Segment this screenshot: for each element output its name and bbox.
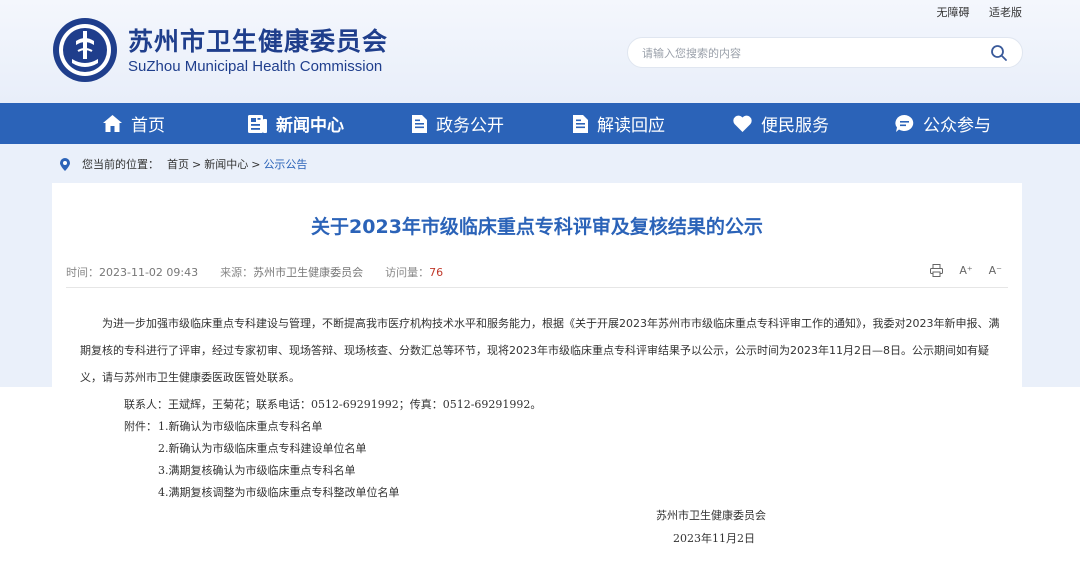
site-title: 苏州市卫生健康委员会 [128,27,389,56]
attachments-label: 附件： [124,420,157,433]
breadcrumb-prefix: 您当前的位置： [82,158,159,171]
font-decrease-icon[interactable]: A⁻ [989,264,1002,277]
contact-info: 联系人：王斌辉，王菊花；联系电话：0512-69291992；传真：0512-6… [124,398,542,411]
article-card: 关于2023年市级临床重点专科评审及复核结果的公示 时间：2023-11-02 … [52,183,1022,387]
search-box [627,37,1023,68]
font-increase-icon[interactable]: A⁺ [959,264,972,277]
publish-time: 2023-11-02 09:43 [99,266,199,279]
source-label: 来源： [220,266,254,279]
nav-item-participation[interactable]: 公众参与 [895,103,991,144]
document-icon [412,114,427,133]
attachment-item[interactable]: 1.新确认为市级临床重点专科名单 [158,418,323,434]
breadcrumb-announcements[interactable]: 公示公告 [263,156,307,172]
nav-item-interpretation[interactable]: 解读回应 [573,103,665,144]
article-lower: 联系人：王斌辉，王菊花；联系电话：0512-69291992；传真：0512-6… [0,387,1080,565]
elderly-mode-link[interactable]: 适老版 [989,6,1022,19]
accessibility-link[interactable]: 无障碍 [937,6,970,19]
time-label: 时间： [66,266,99,279]
nav-item-label: 便民服务 [761,116,829,136]
search-input[interactable] [642,44,972,62]
site-subtitle: SuZhou Municipal Health Commission [128,58,383,75]
nav-item-label: 公众参与 [923,116,991,136]
nav-item-services[interactable]: 便民服务 [733,103,829,144]
nav-item-label: 解读回应 [597,116,665,136]
main-nav: 首页 新闻中心 政务公开 解读回应 便民服务 公众参与 [0,103,1080,144]
nav-item-label: 政务公开 [436,116,504,136]
attachment-item[interactable]: 4.满期复核调整为市级临床重点专科整改单位名单 [158,484,400,500]
view-count: 76 [429,266,444,279]
home-icon [103,115,122,132]
attachment-item[interactable]: 2.新确认为市级临床重点专科建设单位名单 [158,440,367,456]
nav-item-home[interactable]: 首页 [103,103,165,144]
article-tools: A⁺ A⁻ [930,264,1002,277]
chat-icon [895,114,914,132]
article-paragraph: 为进一步加强市级临床重点专科建设与管理，不断提高我市医疗机构技术水平和服务能力，… [80,317,1000,384]
nav-item-gov-affairs[interactable]: 政务公开 [412,103,504,144]
article-title: 关于2023年市级临床重点专科评审及复核结果的公示 [311,216,763,238]
breadcrumb-separator: > [192,157,202,171]
article-source: 苏州市卫生健康委员会 [253,266,364,279]
breadcrumb-home[interactable]: 首页 [167,156,189,172]
print-icon[interactable] [930,264,944,277]
breadcrumb: 您当前的位置： 首页 > 新闻中心 > 公示公告 [60,156,307,172]
location-pin-icon [60,157,70,171]
views-label: 访问量： [385,266,430,279]
sign-date: 2023年11月2日 [673,532,755,545]
site-header: 苏州市卫生健康委员会 SuZhou Municipal Health Commi… [0,0,1080,103]
breadcrumb-separator: > [251,157,261,171]
article-meta: 时间：2023-11-02 09:43 来源：苏州市卫生健康委员会 访问量：76 [66,264,443,280]
top-links: 无障碍 适老版 [921,4,1023,20]
search-icon[interactable] [990,44,1008,62]
nav-item-label: 首页 [131,116,165,136]
news-icon [248,114,267,133]
breadcrumb-news[interactable]: 新闻中心 [204,156,248,172]
attachment-item[interactable]: 3.满期复核确认为市级临床重点专科名单 [158,462,356,478]
nav-item-news[interactable]: 新闻中心 [248,103,344,144]
signature: 苏州市卫生健康委员会 [656,509,766,522]
nav-item-label: 新闻中心 [276,116,344,136]
commission-logo[interactable] [52,17,118,83]
document-icon [573,114,588,133]
divider [66,287,1008,288]
heart-icon [733,115,752,132]
